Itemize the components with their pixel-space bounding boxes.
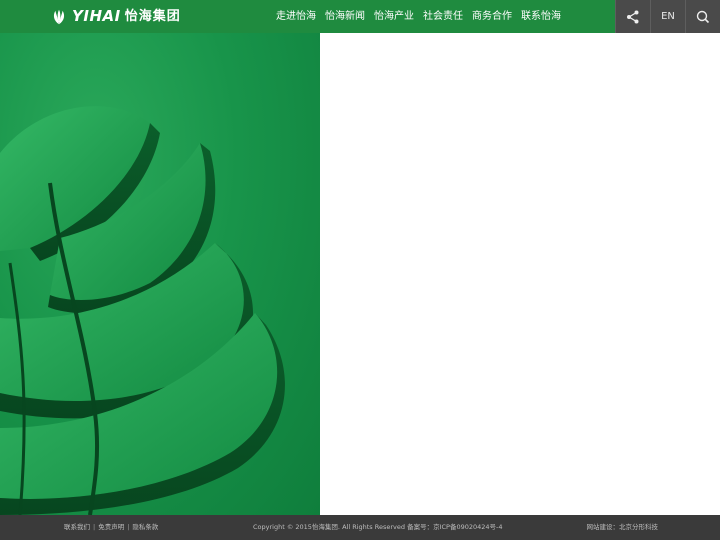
logo-latin-text: YIHAI xyxy=(72,7,121,25)
nav-item-news[interactable]: 怡海新闻 xyxy=(325,0,365,33)
share-icon xyxy=(627,10,639,23)
logo-cjk-text: 怡海集团 xyxy=(124,9,181,24)
share-button[interactable] xyxy=(615,0,650,33)
footer-link-contact[interactable]: 联系我们 xyxy=(64,523,90,531)
hero-logo-sculpture-image xyxy=(0,33,320,515)
site-logo[interactable]: YIHAI 怡海集团 xyxy=(50,6,181,27)
yihai-leaf-logo-icon xyxy=(53,9,65,24)
site-header: YIHAI 怡海集团 走进怡海 怡海新闻 怡海产业 社会责任 商务合作 联系怡海… xyxy=(0,0,720,33)
nav-item-contact[interactable]: 联系怡海 xyxy=(521,0,561,33)
site-footer: 联系我们 | 免责声明 | 隐私条款 Copyright © 2015怡海集团. All… xyxy=(0,515,720,540)
nav-item-business[interactable]: 商务合作 xyxy=(472,0,512,33)
footer-links: 联系我们 | 免责声明 | 隐私条款 xyxy=(64,515,158,540)
search-icon xyxy=(696,10,710,23)
footer-separator: | xyxy=(93,523,96,531)
footer-copyright: Copyright © 2015怡海集团. All Rights Reserve… xyxy=(253,523,503,531)
main-nav: 走进怡海 怡海新闻 怡海产业 社会责任 商务合作 联系怡海 xyxy=(276,0,570,33)
footer-separator: | xyxy=(127,523,130,531)
footer-builder-credit[interactable]: 网站建设：北京分形科技 xyxy=(587,515,659,540)
language-label: EN xyxy=(661,11,675,22)
language-button[interactable]: EN xyxy=(650,0,685,33)
nav-item-responsibility[interactable]: 社会责任 xyxy=(423,0,463,33)
footer-link-disclaimer[interactable]: 免责声明 xyxy=(98,523,124,531)
nav-item-industry[interactable]: 怡海产业 xyxy=(374,0,414,33)
footer-link-privacy[interactable]: 隐私条款 xyxy=(132,523,158,531)
header-tools: EN xyxy=(615,0,720,33)
hero-sculpture-graphic xyxy=(0,106,285,515)
nav-item-about[interactable]: 走进怡海 xyxy=(276,0,316,33)
search-button[interactable] xyxy=(685,0,720,33)
